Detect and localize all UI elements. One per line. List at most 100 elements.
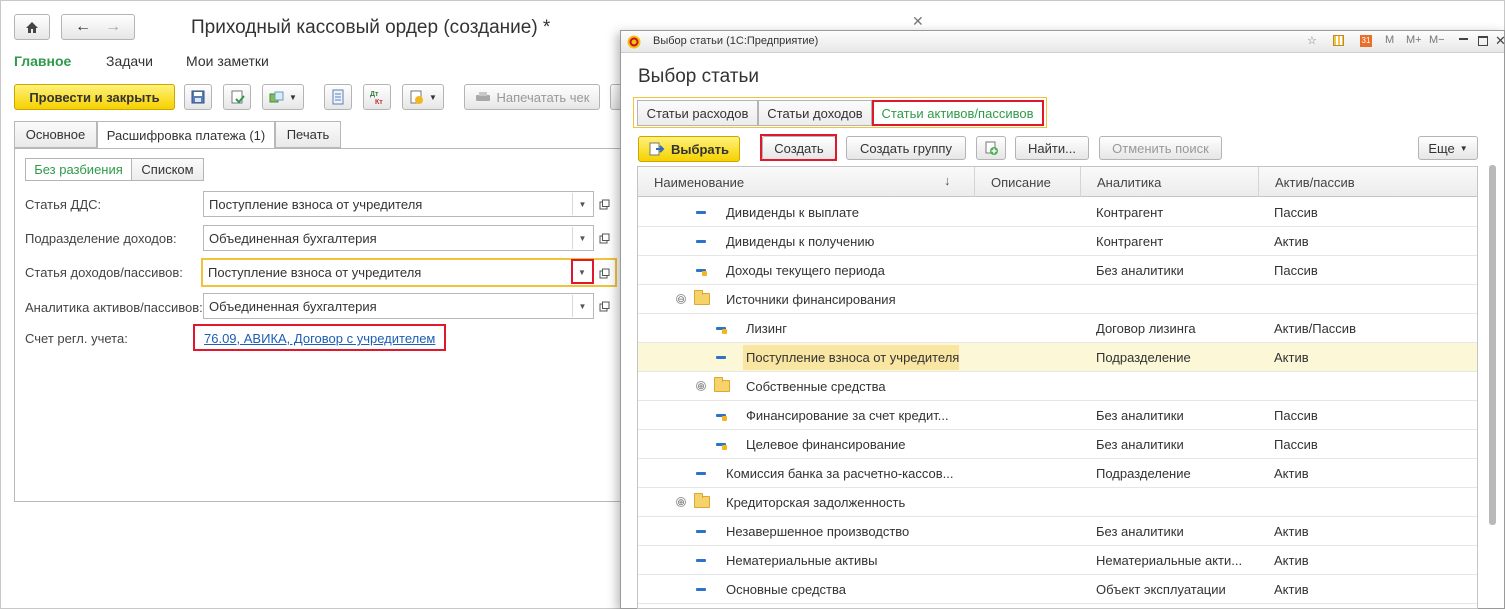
income-department-dropdown[interactable]: ▼ bbox=[572, 227, 592, 249]
calendar-icon[interactable]: 31 bbox=[1360, 35, 1372, 47]
col-name[interactable]: Наименование bbox=[638, 167, 974, 197]
income-liability-item-value: Поступление взноса от учредителя bbox=[208, 265, 422, 280]
back-arrow-icon[interactable]: ← bbox=[75, 18, 91, 36]
dt-kt-button[interactable]: Дт Кт bbox=[363, 84, 391, 110]
table-row[interactable]: ⊕ Собственные средства bbox=[638, 372, 1477, 401]
select-button[interactable]: Выбрать bbox=[638, 136, 740, 162]
row-asset-liability: Актив bbox=[1274, 234, 1309, 249]
row-analytics: Контрагент bbox=[1096, 234, 1164, 249]
save-button[interactable] bbox=[184, 84, 212, 110]
cancel-search-button[interactable]: Отменить поиск bbox=[1099, 136, 1222, 160]
table-row[interactable]: Незавершенное производство Без аналитики А… bbox=[638, 517, 1477, 546]
open-window-icon bbox=[599, 301, 609, 311]
structure-button[interactable] bbox=[324, 84, 352, 110]
income-department-value: Объединенная бухгалтерия bbox=[209, 230, 377, 246]
table-row[interactable]: Дивиденды к получению Контрагент Актив bbox=[638, 227, 1477, 256]
post-and-close-button[interactable]: Провести и закрыть bbox=[14, 84, 175, 110]
mode-list[interactable]: Списком bbox=[131, 158, 204, 181]
tab-expense-items[interactable]: Статьи расходов bbox=[637, 100, 758, 126]
row-name: Незавершенное производство bbox=[726, 524, 910, 539]
table-row[interactable]: Дивиденды к выплате Контрагент Пассив bbox=[638, 198, 1477, 227]
more-button[interactable]: Еще ▼ bbox=[1418, 136, 1478, 160]
table-row[interactable]: Доходы текущего периода Без аналитики Пасс… bbox=[638, 256, 1477, 285]
nav-main[interactable]: Главное bbox=[14, 53, 71, 69]
cash-flow-item-dropdown[interactable]: ▼ bbox=[572, 193, 592, 215]
tab-print[interactable]: Печать bbox=[275, 121, 341, 148]
tab-main[interactable]: Основное bbox=[14, 121, 97, 148]
chevron-down-icon: ▼ bbox=[1459, 143, 1468, 153]
row-analytics: Объект эксплуатации bbox=[1096, 582, 1226, 597]
forward-arrow-icon[interactable]: → bbox=[105, 18, 121, 36]
post-button[interactable] bbox=[223, 84, 251, 110]
item-icon bbox=[696, 530, 706, 533]
income-department-open[interactable] bbox=[594, 227, 614, 249]
asset-analytics-field[interactable]: Объединенная бухгалтерия bbox=[203, 293, 594, 319]
row-analytics: Без аналитики bbox=[1096, 408, 1184, 423]
print-receipt-button[interactable]: Напечатать чек bbox=[464, 84, 600, 110]
col-description[interactable]: Описание bbox=[974, 167, 1080, 197]
row-name: Дивиденды к получению bbox=[726, 234, 875, 249]
post-document-icon bbox=[231, 90, 245, 103]
table-row[interactable]: Нематериальные активы Нематериальные акти… bbox=[638, 546, 1477, 575]
table-row-selected[interactable]: Поступление взноса от учредителя Подразде… bbox=[638, 343, 1477, 372]
copy-button[interactable] bbox=[976, 136, 1006, 160]
row-name: Собственные средства bbox=[746, 379, 886, 394]
home-icon bbox=[26, 21, 38, 33]
income-department-field[interactable]: Объединенная бухгалтерия bbox=[203, 225, 594, 251]
cash-flow-item-field[interactable]: Поступление взноса от учредителя bbox=[203, 191, 594, 217]
row-analytics: Подразделение bbox=[1096, 466, 1191, 481]
memory-store-icon[interactable]: M bbox=[1385, 34, 1394, 46]
home-button[interactable] bbox=[14, 14, 50, 40]
income-liability-item-field[interactable]: Поступление взноса от учредителя bbox=[201, 258, 617, 287]
item-icon bbox=[716, 356, 726, 359]
table-row[interactable]: Целевое финансирование Без аналитики Пасси… bbox=[638, 430, 1477, 459]
row-asset-liability: Актив bbox=[1274, 582, 1309, 597]
asset-analytics-label: Аналитика активов/пассивов: bbox=[25, 300, 203, 315]
select-label: Выбрать bbox=[670, 141, 730, 157]
row-name: Основные средства bbox=[726, 582, 846, 597]
calculator-icon[interactable] bbox=[1333, 35, 1344, 46]
table-row[interactable]: Лизинг Договор лизинга Актив/Пассив bbox=[638, 314, 1477, 343]
create-based-on-button[interactable]: ▼ bbox=[262, 84, 304, 110]
table-row[interactable]: ⊖ Источники финансирования bbox=[638, 285, 1477, 314]
expand-toggle-icon[interactable]: ⊖ bbox=[676, 294, 686, 304]
expand-toggle-icon[interactable]: ⊕ bbox=[676, 497, 686, 507]
close-form-icon[interactable]: ✕ bbox=[912, 13, 924, 30]
nav-tasks[interactable]: Задачи bbox=[106, 53, 153, 69]
table-row[interactable]: Основные средства Объект эксплуатации Акти… bbox=[638, 575, 1477, 604]
chevron-down-icon: ▼ bbox=[289, 92, 297, 102]
sort-arrow-icon: ↓ bbox=[944, 173, 951, 188]
find-button[interactable]: Найти... bbox=[1015, 136, 1089, 160]
memory-add-icon[interactable]: M+ bbox=[1406, 34, 1422, 46]
vertical-scrollbar[interactable] bbox=[1489, 165, 1496, 525]
row-analytics: Без аналитики bbox=[1096, 524, 1184, 539]
table-row[interactable]: Комиссия банка за расчетно-кассов... Подр… bbox=[638, 459, 1477, 488]
close-icon[interactable]: ✕ bbox=[1495, 33, 1505, 49]
svg-text:Дт: Дт bbox=[370, 91, 379, 98]
table-row[interactable]: ⊕ Кредиторская задолженность bbox=[638, 488, 1477, 517]
chevron-down-icon: ▼ bbox=[578, 301, 587, 311]
report-icon bbox=[410, 90, 424, 104]
asset-analytics-open[interactable] bbox=[594, 295, 614, 317]
cash-flow-item-open[interactable] bbox=[594, 193, 614, 215]
row-asset-liability: Пассив bbox=[1274, 263, 1318, 278]
mode-no-split[interactable]: Без разбиения bbox=[25, 158, 132, 181]
tab-payment-details[interactable]: Расшифровка платежа (1) bbox=[97, 121, 275, 149]
row-name: Нематериальные активы bbox=[726, 553, 878, 568]
print-menu-button[interactable]: ▼ bbox=[402, 84, 444, 110]
memory-subtract-icon[interactable]: M− bbox=[1429, 34, 1445, 46]
col-asset-liability[interactable]: Актив/пассив bbox=[1258, 167, 1477, 197]
asset-analytics-dropdown[interactable]: ▼ bbox=[572, 295, 592, 317]
1c-logo-icon bbox=[627, 35, 641, 49]
col-analytics[interactable]: Аналитика bbox=[1080, 167, 1258, 197]
minimize-icon[interactable] bbox=[1459, 38, 1468, 40]
create-group-button[interactable]: Создать группу bbox=[846, 136, 966, 160]
income-liability-item-open[interactable] bbox=[594, 262, 614, 284]
dropdown-highlight bbox=[571, 259, 594, 284]
tab-income-items[interactable]: Статьи доходов bbox=[758, 100, 872, 126]
maximize-icon[interactable] bbox=[1478, 36, 1488, 46]
nav-notes[interactable]: Мои заметки bbox=[186, 53, 269, 69]
favorite-star-icon[interactable]: ☆ bbox=[1307, 34, 1317, 47]
table-row[interactable]: Финансирование за счет кредит... Без анал… bbox=[638, 401, 1477, 430]
expand-toggle-icon[interactable]: ⊕ bbox=[696, 381, 706, 391]
